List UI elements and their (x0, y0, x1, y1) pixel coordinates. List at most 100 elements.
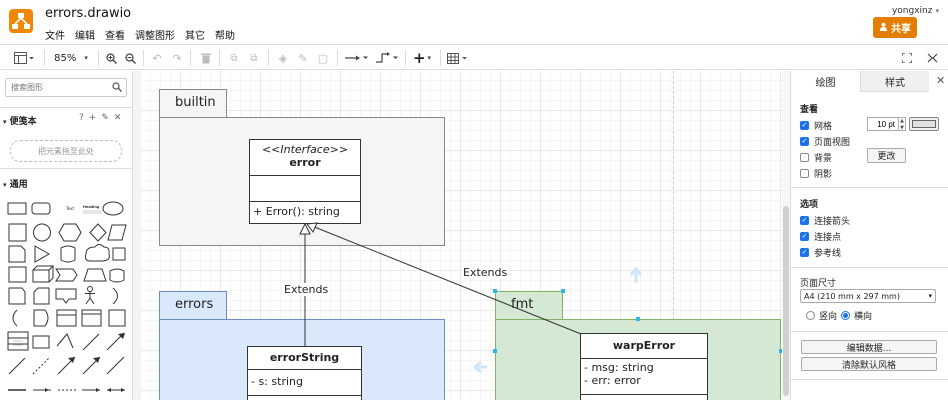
collapse-toolbar-button[interactable] (925, 49, 939, 67)
shape-ellipse[interactable] (102, 201, 124, 216)
menu-arrange[interactable]: 调整图形 (135, 27, 175, 42)
shape-text[interactable]: Text (65, 206, 75, 211)
menu-view[interactable]: 查看 (105, 27, 125, 42)
shape-line[interactable] (8, 357, 26, 375)
diagram-canvas[interactable]: builtin errors fmt <<Interface>> error +… (141, 71, 790, 400)
scratchpad-header[interactable]: ▾ 便笺本 (3, 114, 37, 127)
shape-bracket[interactable] (12, 309, 18, 327)
shape-heading[interactable]: Heading (83, 205, 100, 209)
shape-process-box[interactable] (112, 247, 126, 261)
drawio-logo[interactable] (9, 9, 33, 33)
undo-button[interactable]: ↶ (150, 49, 164, 67)
shape-cylinder[interactable] (60, 245, 76, 263)
zoom-out-button[interactable] (123, 49, 137, 67)
menu-edit[interactable]: 编辑 (75, 27, 95, 42)
shape-dashed-line[interactable] (32, 357, 50, 375)
shape-rounded-rectangle[interactable] (31, 202, 51, 215)
paper-size-select[interactable]: A4 (210 mm x 297 mm) ▾ (800, 289, 936, 303)
insert-dropdown[interactable]: + ▾ (411, 49, 433, 67)
add-icon[interactable]: + (89, 113, 97, 123)
connection-style-dropdown[interactable] (344, 49, 370, 67)
shape-cloud[interactable] (84, 244, 110, 262)
shape-circle[interactable] (33, 223, 51, 242)
general-shapes-header[interactable]: ▾ 通用 (3, 177, 28, 190)
shape-directional-connector[interactable] (106, 356, 125, 375)
edge-label[interactable]: Extends (283, 283, 330, 296)
shape-bidirectional-arrow[interactable] (82, 333, 100, 351)
delete-button[interactable] (199, 49, 213, 67)
shape-swimlane[interactable] (81, 309, 102, 327)
shape-tape[interactable] (109, 268, 125, 283)
scrollbar-thumb[interactable] (783, 206, 789, 396)
portrait-radio[interactable]: 竖向 (806, 309, 837, 322)
redo-button[interactable]: ↷ (170, 49, 184, 67)
waypoints-dropdown[interactable] (374, 49, 400, 67)
fullscreen-button[interactable] (901, 49, 913, 67)
format-panel-toggle-button[interactable] (11, 49, 37, 67)
table-dropdown[interactable] (446, 49, 470, 67)
connection-arrows-checkbox[interactable]: ✓ 连接箭头 (800, 214, 850, 227)
arrow-left-icon[interactable] (472, 360, 487, 374)
zoom-dropdown[interactable]: 85% ▾ (50, 49, 92, 67)
line-color-button[interactable]: ✎ (296, 49, 310, 67)
shape-curve[interactable] (56, 333, 74, 349)
shape-internal-storage[interactable] (8, 266, 27, 283)
grid-color-button[interactable] (909, 117, 939, 131)
tab-diagram[interactable]: 绘图 (791, 71, 861, 92)
shape-trapezoid[interactable] (83, 268, 107, 282)
shape-note[interactable] (8, 245, 26, 263)
grid-size-input[interactable] (867, 117, 899, 131)
fill-color-button[interactable]: ◈ (276, 49, 290, 67)
guides-checkbox[interactable]: ✓ 参考线 (800, 246, 841, 259)
extends-edge-warpError[interactable] (311, 225, 582, 335)
edge-label[interactable]: Extends (462, 266, 509, 279)
zoom-in-button[interactable] (104, 49, 118, 67)
menu-file[interactable]: 文件 (45, 27, 65, 42)
shape-actor[interactable] (87, 286, 93, 292)
shape-callout[interactable] (55, 288, 77, 304)
user-menu[interactable]: yongxinz ▾ (892, 6, 939, 16)
left-panel-scrollbar[interactable] (133, 71, 141, 400)
clear-default-style-button[interactable]: 清除默认风格 (801, 357, 937, 371)
shape-delay[interactable] (33, 309, 49, 327)
shadow-checkbox[interactable]: 阴影 (800, 167, 832, 180)
shape-rhombus[interactable] (89, 223, 107, 242)
shape-rectangle[interactable] (7, 202, 27, 215)
arrow-up-icon[interactable] (629, 266, 643, 283)
scratchpad-dropzone[interactable]: 把元素拖至此处 (10, 140, 122, 162)
close-icon[interactable]: ✕ (936, 74, 945, 87)
shape-document[interactable] (8, 287, 26, 305)
search-shapes-input[interactable] (5, 78, 127, 97)
share-button[interactable]: 共享 (873, 17, 917, 38)
page-view-checkbox[interactable]: ✓ 页面视图 (800, 135, 850, 148)
shape-hexagon[interactable] (58, 223, 82, 242)
shadow-button[interactable]: ▢ (316, 49, 330, 67)
edit-icon[interactable]: ✎ (101, 113, 109, 123)
shape-image[interactable] (32, 335, 50, 349)
connection-points-checkbox[interactable]: ✓ 连接点 (800, 230, 841, 243)
shape-triangle[interactable] (34, 245, 51, 263)
search-icon[interactable] (112, 82, 122, 92)
shape-step[interactable] (55, 268, 78, 282)
grid-checkbox[interactable]: ✓ 网格 (800, 119, 832, 132)
background-checkbox[interactable]: 背景 (800, 151, 832, 164)
tab-style[interactable]: 样式 (861, 71, 929, 92)
landscape-radio[interactable]: 横向 (841, 309, 872, 322)
shape-cube[interactable] (32, 265, 55, 283)
shape-list[interactable] (56, 309, 77, 327)
document-title[interactable]: errors.drawio (45, 6, 131, 21)
canvas-vertical-scrollbar[interactable] (782, 71, 790, 400)
shape-parallelogram[interactable] (107, 224, 127, 241)
change-background-button[interactable]: 更改 (867, 148, 906, 163)
selection-handles[interactable] (493, 289, 783, 353)
grid-size-stepper[interactable]: ▲ ▼ (899, 117, 906, 131)
to-front-button[interactable]: ⧉ (227, 49, 241, 67)
to-back-button[interactable]: ⧉ (247, 49, 261, 67)
shape-container[interactable] (108, 309, 126, 327)
help-icon[interactable]: ? (79, 113, 84, 123)
menu-extras[interactable]: 其它 (185, 27, 205, 42)
shape-square[interactable] (8, 223, 27, 242)
menu-help[interactable]: 帮助 (215, 27, 235, 42)
shape-card[interactable] (33, 287, 50, 305)
close-icon[interactable]: ✕ (114, 113, 122, 123)
